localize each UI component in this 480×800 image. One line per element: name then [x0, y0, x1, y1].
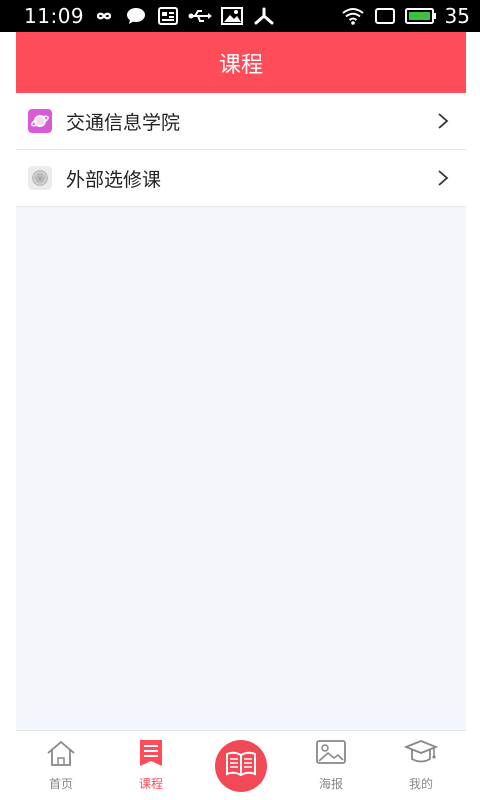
- status-bar: 11:09 35: [0, 0, 480, 32]
- center-action-button[interactable]: [215, 739, 267, 792]
- debug-icon: [252, 7, 276, 25]
- list-item-traffic-information-college[interactable]: 交通信息学院: [16, 93, 466, 150]
- tab-courses[interactable]: 课程: [106, 731, 196, 800]
- book-icon: [224, 751, 258, 781]
- news-icon: [156, 7, 180, 25]
- planet-icon: [28, 109, 52, 133]
- list-item-external-electives[interactable]: ¥ 外部选修课: [16, 150, 466, 207]
- status-left: 11:09: [24, 4, 276, 28]
- home-icon: [45, 739, 77, 771]
- battery-icon: [404, 7, 437, 25]
- chat-bubble-icon: [124, 7, 148, 25]
- coin-icon: ¥: [28, 166, 52, 190]
- image-icon: [220, 7, 244, 25]
- tab-label: 海报: [318, 777, 343, 791]
- page-title: 课程: [218, 52, 263, 78]
- header: 课程: [16, 32, 466, 93]
- tab-center-book[interactable]: [196, 731, 286, 800]
- battery-percentage: 35: [444, 4, 470, 28]
- status-time: 11:09: [24, 4, 85, 28]
- tab-label: 首页: [48, 777, 73, 791]
- list-item-label: 外部选修课: [66, 168, 162, 191]
- wifi-icon: [341, 7, 365, 25]
- picture-icon: [315, 739, 347, 771]
- tab-home[interactable]: 首页: [16, 731, 106, 800]
- tab-label: 课程: [138, 777, 163, 791]
- tab-posters[interactable]: 海报: [286, 731, 376, 800]
- chevron-right-icon: [436, 169, 450, 187]
- app-screen: 课程 交通信息学院 ¥ 外部选修课 首页 课程 海报 我的: [16, 32, 466, 800]
- list-icon: [138, 739, 164, 771]
- bottom-tab-bar: 首页 课程 海报 我的: [16, 730, 466, 800]
- infinity-icon: [92, 7, 116, 25]
- graduation-cap-icon: [403, 739, 439, 771]
- tab-mine[interactable]: 我的: [376, 731, 466, 800]
- screen-icon: [373, 7, 397, 25]
- svg-text:¥: ¥: [38, 175, 43, 183]
- chevron-right-icon: [436, 112, 450, 130]
- list-item-label: 交通信息学院: [66, 111, 181, 134]
- status-right: 35: [341, 4, 470, 28]
- course-list: 交通信息学院 ¥ 外部选修课: [16, 93, 466, 207]
- tab-label: 我的: [408, 777, 433, 791]
- usb-icon: [188, 7, 213, 25]
